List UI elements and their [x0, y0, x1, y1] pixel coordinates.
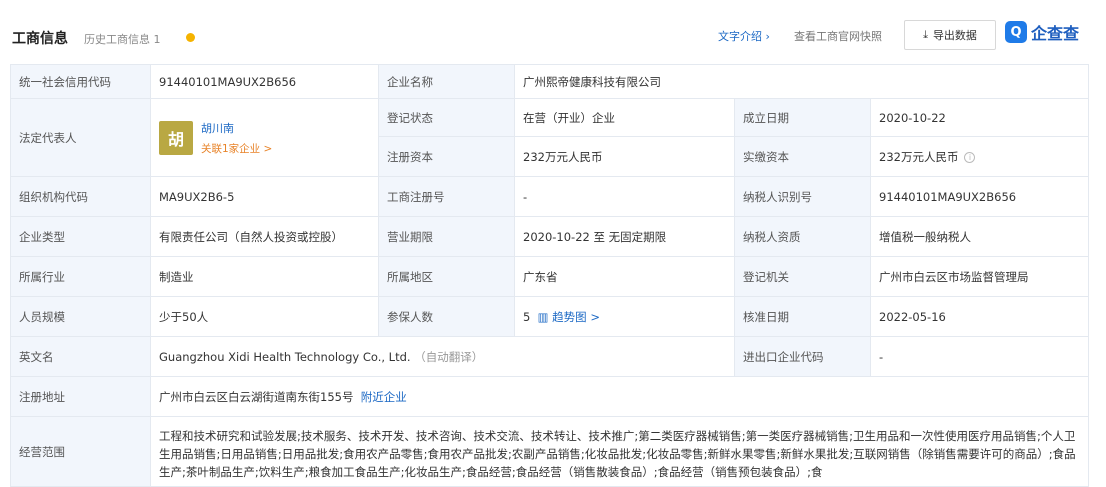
- staff-size-value: 少于50人: [150, 296, 379, 337]
- official-snapshot-link[interactable]: 查看工商官网快照: [794, 28, 882, 44]
- history-info-link[interactable]: 历史工商信息 1: [84, 31, 161, 47]
- chevron-right-icon: ›: [765, 30, 770, 43]
- table-row: 注册地址 广州市白云区白云湖街道南东街155号 附近企业: [10, 376, 1090, 417]
- table-row: 人员规模 少于50人 参保人数 5 ▥ 趋势图 > 核准日期 2022-05-1…: [10, 296, 1090, 337]
- status-value: 在营（开业）企业: [514, 98, 735, 137]
- table-row: 所属行业 制造业 所属地区 广东省 登记机关 广州市白云区市场监督管理局: [10, 256, 1090, 297]
- company-type-label: 企业类型: [10, 216, 151, 257]
- insured-label: 参保人数: [378, 296, 515, 337]
- reg-address-value: 广州市白云区白云湖街道南东街155号: [159, 389, 354, 404]
- reg-address-cell: 广州市白云区白云湖街道南东街155号 附近企业: [149, 376, 1090, 417]
- insured-value: 5: [523, 309, 531, 324]
- table-row: 组织机构代码 MA9UX2B6-5 工商注册号 - 纳税人识别号 9144010…: [10, 176, 1090, 217]
- biz-reg-no-label: 工商注册号: [378, 176, 515, 217]
- reg-authority-value: 广州市白云区市场监督管理局: [869, 256, 1090, 297]
- chart-icon: ▥: [537, 309, 549, 324]
- table-row: 经营范围 工程和技术研究和试验发展;技术服务、技术开发、技术咨询、技术交流、技术…: [10, 416, 1090, 487]
- found-date-label: 成立日期: [734, 98, 871, 137]
- legal-rep-name-link[interactable]: 胡川南: [201, 120, 272, 136]
- reg-address-label: 注册地址: [10, 376, 151, 417]
- org-code-value: MA9UX2B6-5: [150, 176, 379, 217]
- table-row: 企业类型 有限责任公司（自然人投资或控股） 营业期限 2020-10-22 至 …: [10, 216, 1090, 257]
- table-row: 英文名 Guangzhou Xidi Health Technology Co.…: [10, 336, 1090, 377]
- import-export-value: -: [869, 336, 1090, 377]
- reg-capital-value: 232万元人民币: [514, 136, 735, 177]
- text-intro-label: 文字介绍: [718, 30, 762, 43]
- region-value: 广东省: [514, 256, 735, 297]
- english-name-cell: Guangzhou Xidi Health Technology Co., Lt…: [150, 336, 735, 377]
- auto-translate-note: （自动翻译）: [414, 349, 484, 364]
- business-info-table: 统一社会信用代码 91440101MA9UX2B656 企业名称 广州熙帝健康科…: [10, 64, 1090, 487]
- company-name-label: 企业名称: [378, 64, 515, 99]
- approve-date-value: 2022-05-16: [869, 296, 1090, 337]
- history-count: 1: [153, 33, 161, 46]
- status-dot: [186, 33, 195, 42]
- insured-cell: 5 ▥ 趋势图 >: [514, 296, 735, 337]
- taxpayer-id-value: 91440101MA9UX2B656: [869, 176, 1090, 217]
- text-intro-link[interactable]: 文字介绍 ›: [718, 28, 770, 44]
- export-data-button[interactable]: ⤓ 导出数据: [904, 20, 996, 50]
- download-icon: ⤓: [923, 28, 928, 41]
- trend-label: 趋势图 >: [552, 309, 600, 324]
- region-label: 所属地区: [378, 256, 515, 297]
- import-export-label: 进出口企业代码: [734, 336, 871, 377]
- taxpayer-qual-label: 纳税人资质: [734, 216, 871, 257]
- associated-companies-link[interactable]: 关联1家企业 >: [201, 141, 272, 156]
- business-scope-value: 工程和技术研究和试验发展;技术服务、技术开发、技术咨询、技术交流、技术转让、技术…: [149, 416, 1090, 487]
- approve-date-label: 核准日期: [734, 296, 871, 337]
- scope-label: 经营范围: [10, 416, 151, 487]
- company-name-value: 广州熙帝健康科技有限公司: [513, 64, 1090, 99]
- table-row: 法定代表人 胡 胡川南 关联1家企业 > 登记状态 在营（开业）企业 成立日期 …: [10, 98, 1090, 177]
- paid-capital-label: 实缴资本: [734, 136, 871, 177]
- biz-reg-no-value: -: [514, 176, 735, 217]
- legal-rep-cell: 胡 胡川南 关联1家企业 >: [150, 98, 379, 177]
- status-label: 登记状态: [378, 98, 515, 137]
- table-row: 统一社会信用代码 91440101MA9UX2B656 企业名称 广州熙帝健康科…: [10, 64, 1090, 99]
- nearby-companies-link[interactable]: 附近企业: [361, 390, 407, 404]
- taxpayer-qual-value: 增值税一般纳税人: [869, 216, 1090, 257]
- staff-size-label: 人员规模: [10, 296, 151, 337]
- brand-logo: Q 企查查: [1005, 20, 1079, 44]
- biz-term-value: 2020-10-22 至 无固定期限: [514, 216, 735, 257]
- section-title: 工商信息: [12, 31, 68, 47]
- org-code-label: 组织机构代码: [10, 176, 151, 217]
- history-label: 历史工商信息: [84, 33, 150, 46]
- taxpayer-id-label: 纳税人识别号: [734, 176, 871, 217]
- industry-value: 制造业: [150, 256, 379, 297]
- avatar: 胡: [159, 120, 193, 155]
- info-icon[interactable]: i: [964, 151, 976, 163]
- english-name-value: Guangzhou Xidi Health Technology Co., Lt…: [159, 349, 411, 364]
- credit-code-value: 91440101MA9UX2B656: [150, 64, 379, 99]
- credit-code-label: 统一社会信用代码: [10, 64, 151, 99]
- reg-capital-label: 注册资本: [378, 136, 515, 177]
- paid-capital-cell: 232万元人民币 i: [869, 136, 1090, 177]
- legal-rep-label: 法定代表人: [10, 98, 151, 177]
- section-header: 工商信息 历史工商信息 1 文字介绍 › 查看工商官网快照 ⤓ 导出数据 Q 企…: [0, 0, 1106, 66]
- english-name-label: 英文名: [10, 336, 151, 377]
- paid-capital-value: 232万元人民币: [879, 149, 959, 164]
- brand-name: 企查查: [1031, 24, 1080, 43]
- company-type-value: 有限责任公司（自然人投资或控股）: [150, 216, 379, 257]
- reg-authority-label: 登记机关: [734, 256, 871, 297]
- biz-term-label: 营业期限: [378, 216, 515, 257]
- industry-label: 所属行业: [10, 256, 151, 297]
- found-date-value: 2020-10-22: [869, 98, 1090, 137]
- brand-q-icon: Q: [1005, 21, 1027, 43]
- export-label: 导出数据: [932, 29, 977, 42]
- trend-chart-link[interactable]: ▥ 趋势图 >: [538, 310, 600, 324]
